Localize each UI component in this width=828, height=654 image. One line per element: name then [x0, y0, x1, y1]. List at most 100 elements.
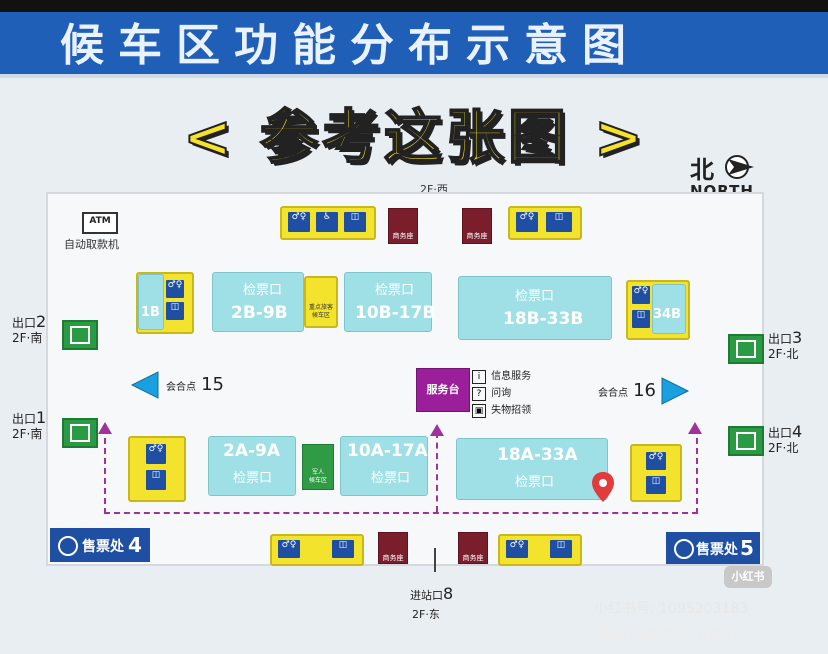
atm-icon: ATM: [82, 212, 118, 234]
ticket-number: 4: [128, 533, 142, 557]
exit-icon: [736, 432, 756, 450]
lost-found-icon: ▣: [472, 404, 486, 418]
restroom-block-top-right: ♂♀ ◫: [508, 206, 582, 240]
north-arrow-icon: [725, 155, 754, 179]
gate-18b-33b[interactable]: 检票口 18B-33B: [458, 276, 612, 340]
business-seat-label: 商务座: [392, 232, 414, 240]
restroom-icon: ♂♀: [288, 212, 310, 232]
water-icon: ◫: [632, 310, 650, 328]
military-line1: 军人: [311, 469, 324, 476]
exit-2-sign: [62, 320, 98, 350]
gate-1b[interactable]: 1B: [138, 274, 164, 330]
east-entrance-label: 进站口8: [410, 584, 453, 603]
exit-cn: 出口: [768, 426, 793, 440]
exit-cn: 出口: [768, 332, 793, 346]
military-line2: 候车区: [308, 477, 327, 484]
water-icon: ◫: [344, 212, 366, 232]
gate-34b[interactable]: 34B: [652, 284, 686, 334]
east-entrance-floor: 2F·东: [412, 608, 440, 621]
ticket-icon: [58, 536, 78, 556]
military-waiting: 军人 候车区: [302, 444, 334, 490]
meeting-point-16-arrow-icon: [661, 377, 690, 405]
top-strip: [0, 0, 828, 12]
floor-map: ATM 自动取款机 ♂♀ ♿ ◫ 商务座 商务座 ♂♀ ◫ 1B ♂♀ ◫ 检票…: [46, 192, 764, 566]
service-item: i 信息服务: [472, 364, 531, 384]
entrance-number: 8: [443, 584, 454, 603]
gate-1b-number: 1B: [141, 305, 160, 320]
water-icon: ◫: [332, 540, 354, 558]
service-item-label: 失物招领: [491, 405, 532, 416]
entrance-label: 进站口: [410, 589, 443, 602]
water-icon: ◫: [166, 302, 184, 320]
gate-number: 10A-17A: [347, 441, 428, 461]
gate-label: 检票口: [233, 471, 273, 486]
restroom-icon: ♂♀: [146, 444, 166, 464]
meeting-point-label: 会合点: [598, 388, 628, 399]
exit-3-sign: [728, 334, 764, 364]
gate-34b-number: 34B: [653, 307, 681, 322]
business-seat-label: 商务座: [382, 554, 404, 562]
meeting-point-number: 15: [201, 374, 224, 395]
path-arrow-icon: [430, 424, 444, 436]
key-waiting-line2: 候车区: [311, 312, 330, 319]
gate-10b-17b[interactable]: 检票口 10B-17B: [344, 272, 436, 332]
accessible-restroom-icon: ♿: [316, 212, 338, 232]
service-item: ▣ 失物招领: [472, 398, 532, 418]
restroom-block-bottom-left: ♂♀ ◫: [128, 436, 186, 502]
gate-label: 检票口: [515, 475, 555, 490]
restroom-block-bottom-right: ♂♀ ◫: [630, 444, 682, 502]
service-desk-label: 服务台: [426, 383, 460, 396]
restroom-icon: ♂♀: [278, 540, 300, 558]
exit-floor: 2F·南: [12, 331, 43, 345]
meeting-point-label: 会合点: [166, 382, 196, 393]
gate-2b-9b[interactable]: 检票口 2B-9B: [212, 272, 304, 332]
exit-1-label: 出口1 2F·南: [12, 410, 46, 442]
gate-number: 18B-33B: [503, 309, 584, 329]
path-arrow-icon: [98, 422, 112, 434]
exit-number: 4: [792, 422, 803, 441]
business-seat-label: 商务座: [466, 232, 488, 240]
restroom-icon: ♂♀: [632, 286, 650, 304]
ticket-icon: [674, 539, 694, 559]
exit-number: 1: [36, 408, 47, 427]
gate-18a-33a[interactable]: 18A-33A 检票口: [456, 438, 608, 500]
atm-caption: 自动取款机: [64, 238, 119, 251]
exit-icon: [70, 424, 90, 442]
ticket-office-4[interactable]: 售票处 4: [50, 528, 150, 562]
exit-4-sign: [728, 426, 764, 456]
exit-cn: 出口: [12, 412, 37, 426]
exit-1-sign: [62, 418, 98, 448]
gate-number: 10B-17B: [355, 303, 436, 323]
watermark-user: @就只想做个小孩儿: [596, 626, 741, 645]
exit-floor: 2F·北: [768, 347, 799, 361]
water-icon: ◫: [646, 476, 666, 494]
gate-label: 检票口: [515, 289, 555, 304]
location-pin-icon: [592, 472, 614, 502]
exit-2-label: 出口2 2F·南: [12, 314, 46, 346]
exit-floor: 2F·北: [768, 441, 799, 455]
gate-2a-9a[interactable]: 2A-9A 检票口: [208, 436, 296, 496]
meeting-point-number: 16: [633, 380, 656, 401]
business-seat-label: 商务座: [462, 554, 484, 562]
north-cn-label: 北: [690, 156, 714, 184]
meeting-point-16: 会合点 16: [598, 380, 656, 401]
restroom-block-top-left: ♂♀ ♿ ◫: [280, 206, 376, 240]
service-item: ? 问询: [472, 381, 531, 401]
ticket-office-5[interactable]: 售票处 5: [666, 532, 760, 564]
gate-label: 检票口: [375, 283, 415, 298]
water-icon: ◫: [546, 212, 572, 232]
gate-number: 2B-9B: [231, 303, 288, 323]
gate-10a-17a[interactable]: 10A-17A 检票口: [340, 436, 428, 496]
map-photo: 候车区功能分布示意图 < 参考这张图 > 北 NORTH 2F·西 ATM 自动…: [0, 0, 828, 654]
atm-label: ATM: [89, 216, 111, 226]
exit-number: 3: [792, 328, 803, 347]
watermark-id: 小红书号: 1095203183: [594, 601, 749, 617]
exit-4-label: 出口4 2F·北: [768, 424, 802, 456]
banner-divider: [0, 74, 828, 78]
ticket-label: 售票处: [82, 539, 124, 555]
business-seat-top-left: 商务座: [388, 208, 418, 244]
water-icon: ◫: [550, 540, 572, 558]
service-desk[interactable]: 服务台: [416, 368, 470, 412]
exit-floor: 2F·南: [12, 427, 43, 441]
title-banner: 候车区功能分布示意图: [0, 12, 828, 74]
